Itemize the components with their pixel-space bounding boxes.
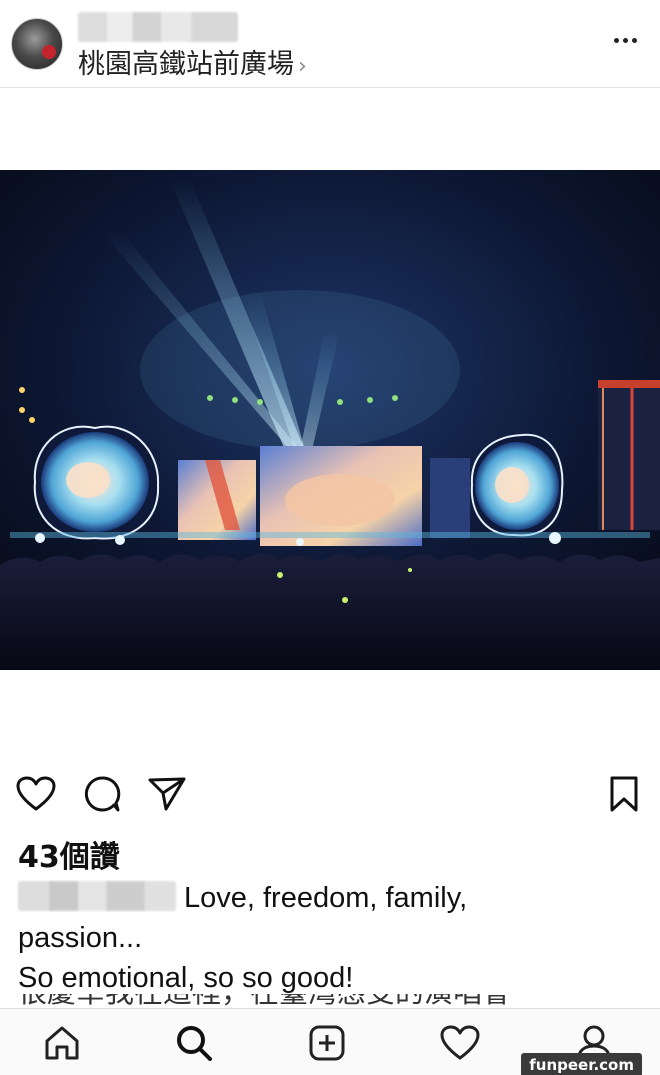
more-options-icon[interactable] — [610, 30, 640, 50]
caption-line-1: Love, freedom, family, — [184, 882, 468, 914]
concert-photo — [0, 170, 660, 670]
caption-username-blurred[interactable] — [18, 881, 176, 911]
chevron-right-icon: › — [298, 54, 307, 79]
search-icon[interactable] — [172, 1021, 216, 1065]
home-icon[interactable] — [40, 1021, 84, 1065]
watermark: funpeer.com — [521, 1053, 642, 1075]
avatar-badge — [42, 45, 56, 59]
post-actions — [0, 762, 660, 822]
caption-line-3: So emotional, so so good! — [18, 962, 354, 994]
post-caption: Love, freedom, family, passion... So emo… — [18, 878, 638, 998]
comment-icon[interactable] — [80, 772, 124, 816]
heart-icon[interactable] — [14, 772, 58, 816]
post-photo[interactable] — [0, 170, 660, 670]
add-post-icon[interactable] — [305, 1021, 349, 1065]
avatar[interactable] — [11, 18, 63, 70]
send-icon[interactable] — [145, 772, 189, 816]
activity-heart-icon[interactable] — [438, 1021, 482, 1065]
caption-overflow: 很慶幸我在這裡，在臺灣感受的演唱會 — [18, 994, 638, 1008]
post-location[interactable]: 桃園高鐵站前廣場 › — [78, 49, 307, 83]
caption-line-2: passion... — [18, 922, 143, 954]
username-blurred[interactable] — [78, 12, 238, 42]
caption-line-4: 很慶幸我在這裡，在臺灣感受的演唱會 — [18, 994, 638, 1008]
location-text: 桃園高鐵站前廣場 — [78, 49, 294, 80]
post-header: 桃園高鐵站前廣場 › — [0, 0, 660, 88]
bookmark-icon[interactable] — [602, 772, 646, 816]
likes-count[interactable]: 43個讚 — [18, 832, 120, 876]
